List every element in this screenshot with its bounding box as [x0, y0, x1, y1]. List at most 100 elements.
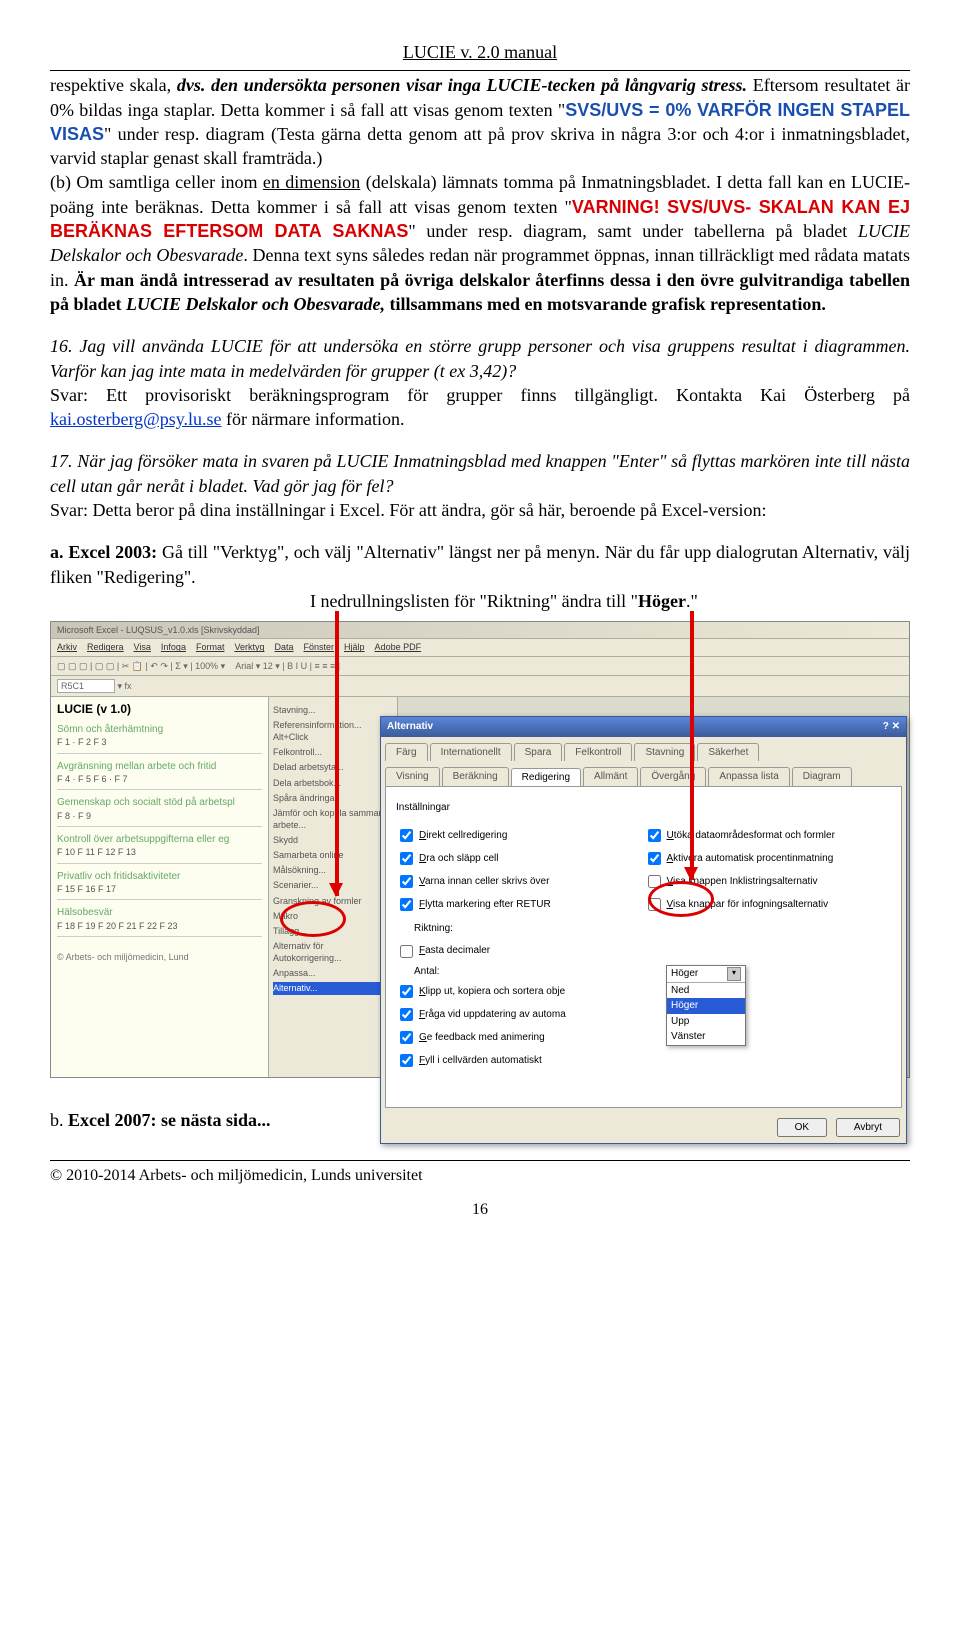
p4-excel: Excel 2003: — [68, 542, 157, 562]
dialog-checkbox[interactable] — [400, 1031, 413, 1044]
verktyg-menu-item[interactable]: Alternativ för Autokorrigering... — [273, 940, 393, 964]
dialog-tab[interactable]: Allmänt — [583, 767, 638, 786]
verktyg-menu-item[interactable]: Delad arbetsyta... — [273, 761, 393, 773]
dialog-close-icon[interactable]: ✕ — [892, 721, 900, 732]
menu-item[interactable]: Visa — [134, 642, 151, 652]
riktning-dropdown[interactable]: Höger ▾ NedHögerUppVänster — [666, 965, 746, 1046]
fasta-checkbox[interactable] — [400, 945, 413, 958]
ok-button[interactable]: OK — [777, 1118, 827, 1137]
sheet-footer: © Arbets- och miljömedicin, Lund — [57, 951, 262, 963]
dialog-tab[interactable]: Övergång — [640, 767, 706, 786]
sheet-codes: F 18 F 19 F 20 F 21 F 22 F 23 — [57, 920, 262, 932]
q17-ans: Svar: Detta beror på dina inställningar … — [50, 500, 767, 520]
dialog-checkbox-label: Ge feedback med animering — [419, 1031, 545, 1045]
p1-o: LUCIE Delskalor och Obesvarade, — [126, 294, 385, 314]
excel-screenshot: Microsoft Excel - LUQSUS_v1.0.xls [Skriv… — [50, 621, 910, 1078]
p5-lead: b. — [50, 1110, 68, 1130]
dialog-tab[interactable]: Internationellt — [430, 743, 512, 762]
menu-item[interactable]: Verktyg — [234, 642, 264, 652]
dialog-checkbox[interactable] — [648, 852, 661, 865]
dialog-section: Inställningar — [396, 801, 891, 815]
verktyg-menu-item[interactable]: Alternativ... — [273, 982, 393, 994]
verktyg-menu-item[interactable]: Samarbeta online — [273, 849, 393, 861]
dialog-checkbox[interactable] — [400, 985, 413, 998]
dropdown-option[interactable]: Höger — [667, 998, 745, 1014]
verktyg-menu-item[interactable]: Referensinformation... Alt+Click — [273, 719, 393, 743]
dialog-checkbox[interactable] — [400, 1054, 413, 1067]
paragraph-4: a. Excel 2003: Gå till "Verktyg", och vä… — [50, 540, 910, 613]
menu-item[interactable]: Arkiv — [57, 642, 77, 652]
riktning-label: Riktning: — [414, 922, 453, 936]
paragraph-2: 16. Jag vill använda LUCIE för att under… — [50, 334, 910, 431]
excel-sheet-left: LUCIE (v 1.0) Sömn och återhämtningF 1 ·… — [51, 697, 269, 1077]
p4-line2b: Höger — [638, 591, 686, 611]
excel-titlebar: Microsoft Excel - LUQSUS_v1.0.xls [Skriv… — [51, 622, 909, 639]
dialog-tab[interactable]: Felkontroll — [564, 743, 632, 762]
dialog-tab[interactable]: Redigering — [511, 768, 581, 787]
dropdown-option[interactable]: Vänster — [667, 1029, 745, 1045]
p4-lead: a. — [50, 542, 68, 562]
p5-excel: Excel 2007: se nästa sida... — [68, 1110, 271, 1130]
verktyg-menu-item[interactable]: Dela arbetsbok... — [273, 777, 393, 789]
verktyg-menu-item[interactable]: Jämför och koppla samman arbete... — [273, 807, 393, 831]
menu-item[interactable]: Fönster — [304, 642, 335, 652]
sheet-codes: F 8 · F 9 — [57, 810, 262, 822]
sheet-group: Privatliv och fritidsaktiviteter — [57, 870, 262, 884]
dropdown-option[interactable]: Ned — [667, 983, 745, 999]
p1-k: " under resp. diagram, samt under tabell… — [408, 221, 858, 241]
sheet-group: Avgränsning mellan arbete och fritid — [57, 760, 262, 774]
p1-b: dvs. den undersökta personen visar inga … — [177, 75, 747, 95]
excel-menubar: Arkiv Redigera Visa Infoga Format Verktyg Data… — [51, 639, 909, 656]
dialog-tab[interactable]: Spara — [514, 743, 563, 762]
email-link[interactable]: kai.osterberg@psy.lu.se — [50, 409, 222, 429]
verktyg-menu-item[interactable]: Spåra ändringar — [273, 792, 393, 804]
verktyg-menu-item[interactable]: Anpassa... — [273, 967, 393, 979]
dialog-tab[interactable]: Säkerhet — [697, 743, 759, 762]
lucie-sheet-title: LUCIE (v 1.0) — [57, 701, 262, 717]
verktyg-menu-item[interactable]: Skydd — [273, 834, 393, 846]
dialog-checkbox[interactable] — [400, 1008, 413, 1021]
page-footer: © 2010-2014 Arbets- och miljömedicin, Lu… — [50, 1160, 910, 1187]
chevron-down-icon[interactable]: ▾ — [727, 967, 741, 981]
sheet-codes: F 15 F 16 F 17 — [57, 883, 262, 895]
menu-item[interactable]: Hjälp — [344, 642, 365, 652]
dialog-checkbox-label: Direkt cellredigering — [419, 829, 507, 843]
dialog-tab[interactable]: Beräkning — [442, 767, 509, 786]
verktyg-menu-item[interactable]: Målsökning... — [273, 864, 393, 876]
p1-p: tillsammans med en motsvarande grafisk r… — [385, 294, 826, 314]
dialog-tab[interactable]: Färg — [385, 743, 428, 762]
dialog-checkbox[interactable] — [648, 829, 661, 842]
sheet-codes: F 1 · F 2 F 3 — [57, 736, 262, 748]
q16: 16. Jag vill använda LUCIE för att under… — [50, 336, 910, 380]
menu-item[interactable]: Adobe PDF — [375, 642, 422, 652]
sheet-group: Kontroll över arbetsuppgifterna eller eg — [57, 833, 262, 847]
verktyg-menu-item[interactable]: Stavning... — [273, 704, 393, 716]
p1-h: (delskala) lämnats tomma — [360, 172, 553, 192]
verktyg-menu-item[interactable]: Felkontroll... — [273, 746, 393, 758]
sheet-codes: F 4 · F 5 F 6 · F 7 — [57, 773, 262, 785]
dialog-checkbox-label: Fråga vid uppdatering av automa — [419, 1008, 566, 1022]
dialog-tab[interactable]: Stavning — [634, 743, 695, 762]
excel-namebox-row: R5C1 ▾ fx — [51, 676, 909, 697]
menu-item[interactable]: Format — [196, 642, 225, 652]
dialog-checkbox[interactable] — [400, 829, 413, 842]
dialog-help-icon[interactable]: ? — [883, 721, 889, 732]
dropdown-option[interactable]: Upp — [667, 1014, 745, 1030]
cancel-button[interactable]: Avbryt — [836, 1118, 900, 1137]
dialog-checkbox-label: Varna innan celler skrivs över — [419, 875, 549, 889]
menu-item[interactable]: Infoga — [161, 642, 186, 652]
dialog-tab[interactable]: Anpassa lista — [708, 767, 789, 786]
annotation-circle-alternativ — [280, 901, 346, 937]
dialog-tab[interactable]: Diagram — [792, 767, 852, 786]
dialog-checkbox[interactable] — [400, 875, 413, 888]
p1-g: en dimension — [263, 172, 360, 192]
p1-e: " under resp. diagram (Testa gärna detta… — [50, 124, 910, 168]
q16-ans-b: för närmare information. — [222, 409, 405, 429]
page-number: 16 — [50, 1199, 910, 1221]
dialog-checkbox[interactable] — [400, 852, 413, 865]
p4-line2c: ." — [686, 591, 698, 611]
dialog-checkbox[interactable] — [400, 898, 413, 911]
dialog-tab[interactable]: Visning — [385, 767, 440, 786]
menu-item[interactable]: Data — [275, 642, 294, 652]
menu-item[interactable]: Redigera — [87, 642, 124, 652]
